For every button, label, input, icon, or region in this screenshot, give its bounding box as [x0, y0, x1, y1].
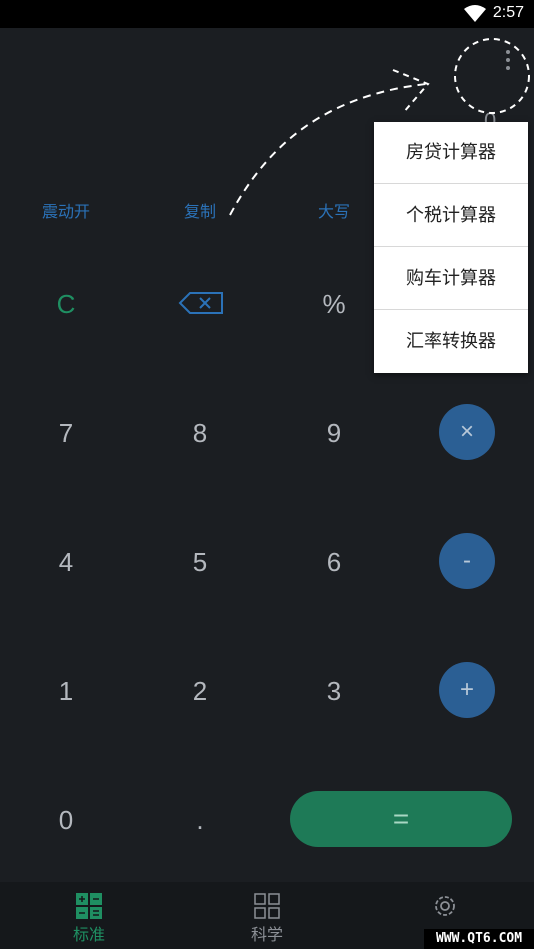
watermark: WWW.QT6.COM: [424, 929, 534, 949]
status-bar: 2:57: [0, 0, 534, 28]
wifi-icon: [464, 5, 486, 22]
minus-button[interactable]: -: [439, 533, 495, 589]
digit-8-button[interactable]: 8: [150, 403, 250, 463]
overflow-menu: 房贷计算器 个税计算器 购车计算器 汇率转换器: [374, 122, 528, 373]
menu-item-exchange-rate-converter[interactable]: 汇率转换器: [374, 311, 528, 373]
digit-9-button[interactable]: 9: [284, 403, 384, 463]
nav-scientific[interactable]: 科学: [207, 882, 327, 949]
nav-standard-label: 标准: [72, 925, 105, 944]
digit-4-button[interactable]: 4: [16, 532, 116, 592]
digit-1-button[interactable]: 1: [16, 661, 116, 721]
digit-3-button[interactable]: 3: [284, 661, 384, 721]
copy-button[interactable]: 复制: [155, 198, 245, 222]
percent-button[interactable]: %: [284, 274, 384, 334]
digit-0-button[interactable]: 0: [16, 790, 116, 850]
digit-6-button[interactable]: 6: [284, 532, 384, 592]
nav-standard[interactable]: 标准: [29, 882, 149, 949]
menu-item-car-purchase-calculator[interactable]: 购车计算器: [374, 248, 528, 310]
multiply-button[interactable]: ×: [439, 404, 495, 460]
uppercase-button[interactable]: 大写: [289, 198, 379, 222]
menu-item-income-tax-calculator[interactable]: 个税计算器: [374, 185, 528, 247]
decimal-point-button[interactable]: .: [150, 790, 250, 850]
digit-2-button[interactable]: 2: [150, 661, 250, 721]
scientific-calculator-icon: [254, 893, 280, 919]
backspace-icon: [178, 292, 223, 314]
equals-button[interactable]: =: [290, 791, 512, 847]
settings-icon: [435, 896, 455, 916]
menu-item-mortgage-calculator[interactable]: 房贷计算器: [374, 122, 528, 184]
clear-button[interactable]: C: [16, 274, 116, 334]
backspace-button[interactable]: [178, 291, 224, 319]
standard-calculator-icon: [76, 893, 102, 919]
digit-5-button[interactable]: 5: [150, 532, 250, 592]
vibrate-toggle[interactable]: 震动开: [21, 198, 111, 222]
more-options-button[interactable]: [496, 48, 520, 74]
digit-7-button[interactable]: 7: [16, 403, 116, 463]
nav-scientific-label: 科学: [250, 925, 283, 944]
status-time: 2:57: [492, 4, 524, 21]
plus-button[interactable]: +: [439, 662, 495, 718]
